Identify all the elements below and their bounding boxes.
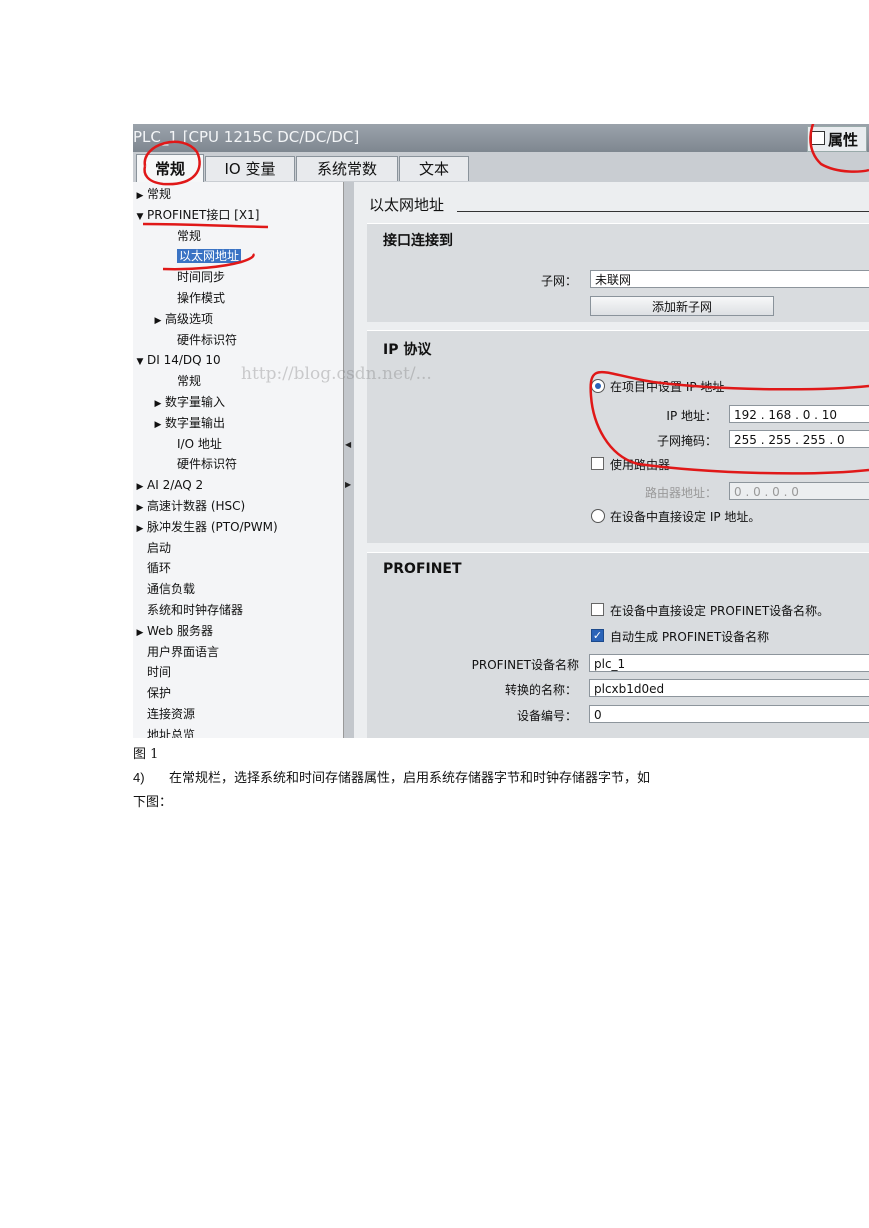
- step-text-line2: 下图：: [133, 795, 173, 810]
- annotation-circle-properties: [809, 124, 869, 173]
- screenshot-figure: PLC_1 [CPU 1215C DC/DC/DC] 属性 常规 IO 变量 系…: [133, 124, 869, 738]
- step-number: 4): [133, 770, 145, 785]
- annotation-circle-ip-settings: [589, 370, 869, 475]
- annotation-underline-ethernet: [162, 253, 255, 271]
- annotation-circle-general-tab: [143, 140, 201, 186]
- step-paragraph: 4) 在常规栏，选择系统和时间存储器属性，启用系统存储器字节和时钟存储器字节，如: [133, 767, 650, 786]
- annotation-underline-profinet: [142, 222, 269, 229]
- step-text-line1: 在常规栏，选择系统和时间存储器属性，启用系统存储器字节和时钟存储器字节，如: [169, 771, 651, 786]
- figure-caption: 图 1: [133, 747, 159, 762]
- red-annotations: [142, 124, 869, 475]
